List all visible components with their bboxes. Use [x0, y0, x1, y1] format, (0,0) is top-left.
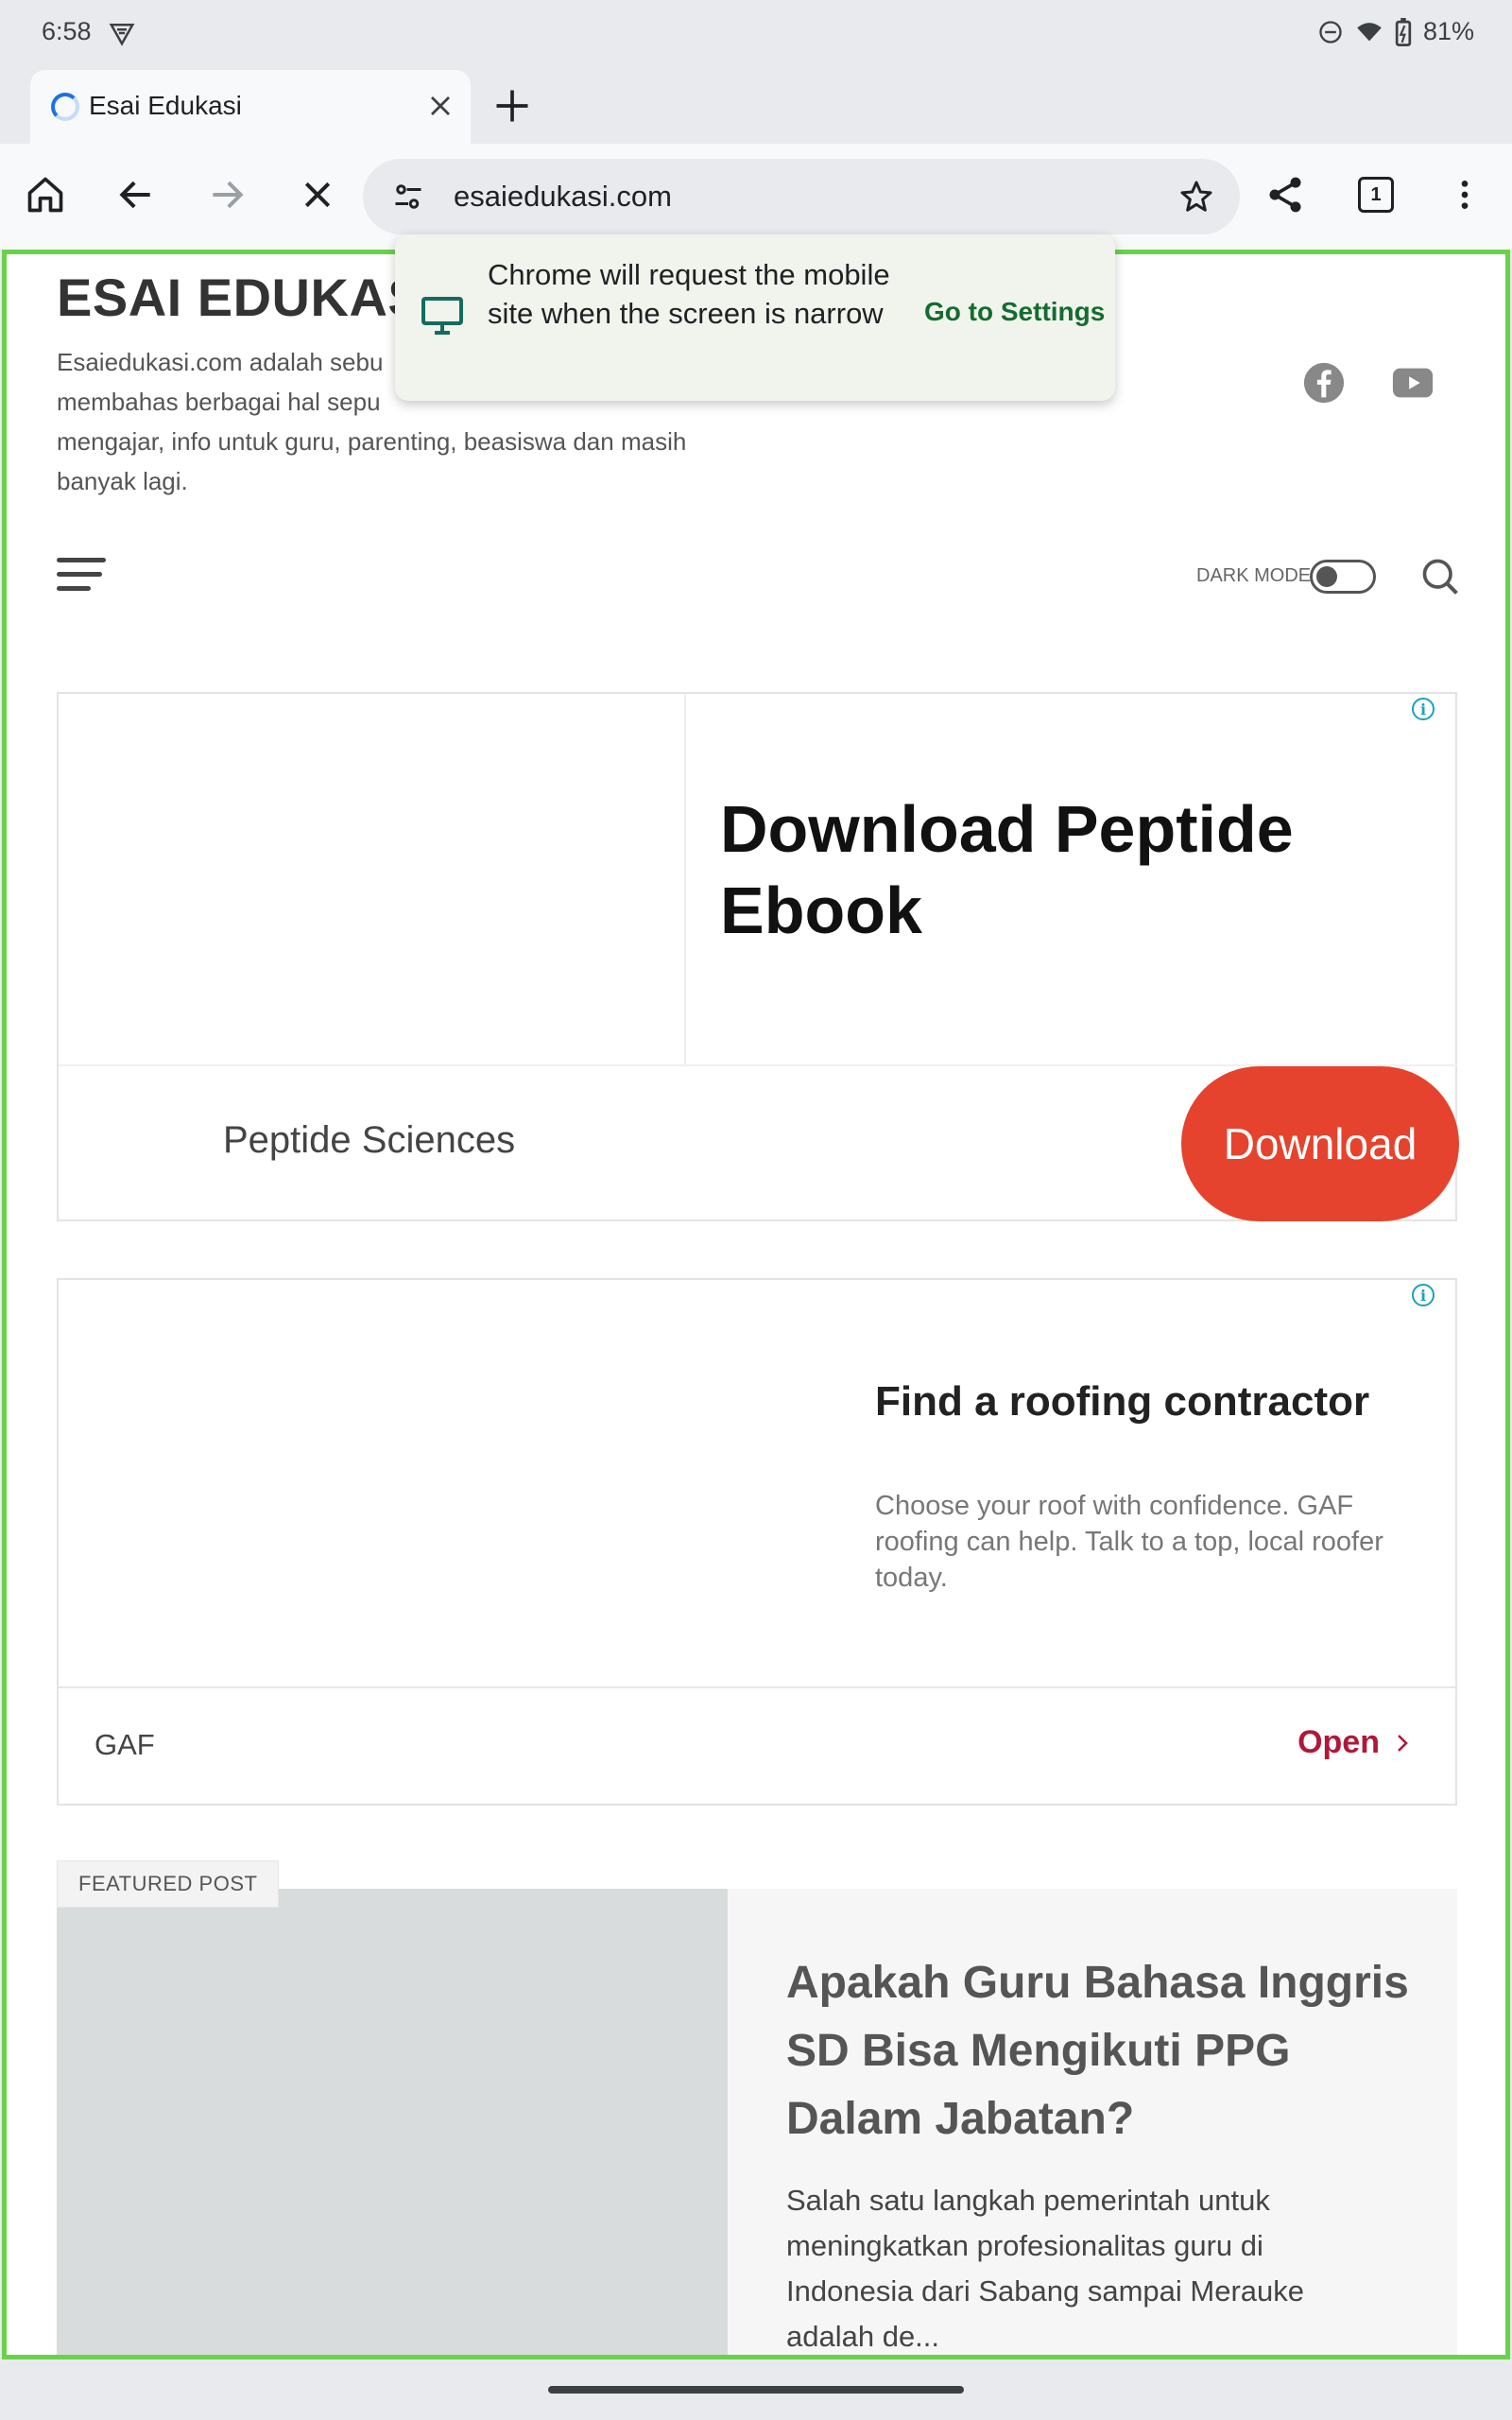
ad-advertiser[interactable]: Peptide Sciences: [223, 1119, 515, 1162]
ad-open-label: Open: [1297, 1724, 1380, 1760]
system-nav-bar: [0, 2360, 1512, 2420]
desktop-icon: [421, 297, 463, 335]
youtube-icon[interactable]: [1391, 361, 1435, 405]
loading-spinner-icon: [51, 93, 79, 121]
search-icon[interactable]: [1419, 556, 1461, 597]
address-bar[interactable]: esaiedukasi.com: [363, 159, 1240, 234]
share-button[interactable]: [1259, 168, 1312, 221]
ad-headline[interactable]: Find a roofing contractor: [875, 1378, 1369, 1426]
facebook-icon[interactable]: [1302, 361, 1346, 405]
dark-mode-toggle[interactable]: [1310, 560, 1376, 594]
forward-icon: [213, 181, 244, 209]
go-to-settings-button[interactable]: Go to Settings: [924, 297, 1105, 327]
featured-post-image[interactable]: [57, 1889, 728, 2356]
ad-footer: GAF Open: [59, 1686, 1457, 1806]
forward-button[interactable]: [200, 168, 253, 221]
share-icon: [1269, 177, 1301, 213]
gesture-handle[interactable]: [548, 2386, 964, 2394]
battery-level: 81%: [1422, 17, 1474, 45]
chevron-right-icon: [1398, 1734, 1408, 1752]
battery-icon: [1395, 17, 1412, 46]
home-icon: [27, 177, 63, 213]
vpn-icon: [109, 24, 135, 46]
web-page: ESAI EDUKASI Esaiedukasi.com adalah sebu…: [6, 253, 1506, 2356]
ad-info-icon[interactable]: i: [1412, 698, 1435, 720]
ad-advertiser[interactable]: GAF: [94, 1728, 155, 1762]
overflow-menu-button[interactable]: [1438, 168, 1491, 221]
more-vertical-icon: [1461, 181, 1469, 209]
site-description-line: banyak lagi.: [57, 467, 188, 495]
ad-open-button[interactable]: Open: [1297, 1724, 1414, 1761]
ad-image[interactable]: [59, 694, 686, 1064]
stop-button[interactable]: [291, 168, 344, 221]
ad-roofing[interactable]: i Find a roofing contractor Choose your …: [57, 1278, 1457, 1806]
ad-peptide[interactable]: i Download Peptide Ebook Peptide Science…: [57, 692, 1459, 1221]
ad-headline[interactable]: Download Peptide Ebook: [720, 788, 1382, 951]
menu-icon[interactable]: [57, 558, 106, 596]
tab-switcher-button[interactable]: 1: [1349, 168, 1402, 221]
home-button[interactable]: [19, 168, 72, 221]
status-time: 6:58: [42, 17, 92, 45]
tune-icon[interactable]: [391, 180, 425, 214]
dnd-icon: [1319, 20, 1342, 43]
ad-download-button[interactable]: Download: [1181, 1066, 1459, 1221]
featured-post-badge: FEATURED POST: [57, 1860, 280, 1908]
ad-footer: Peptide Sciences Download: [59, 1064, 1459, 1221]
status-indicators: 81%: [1317, 17, 1474, 46]
new-tab-icon[interactable]: [491, 85, 533, 127]
wifi-icon: [1357, 22, 1382, 41]
featured-post-title[interactable]: Apakah Guru Bahasa Inggris SD Bisa Mengi…: [786, 1949, 1410, 2153]
ad-info-icon[interactable]: i: [1412, 1284, 1435, 1306]
featured-post-excerpt: Salah satu langkah pemerintah untuk meni…: [786, 2184, 1305, 2353]
featured-post-card[interactable]: Apakah Guru Bahasa Inggris SD Bisa Mengi…: [728, 1889, 1457, 2356]
site-title[interactable]: ESAI EDUKASI: [57, 267, 438, 328]
url-text[interactable]: esaiedukasi.com: [454, 180, 672, 214]
tab-title: Esai Edukasi: [89, 91, 242, 120]
close-icon[interactable]: [423, 89, 457, 123]
dark-mode-label: DARK MODE: [1196, 565, 1312, 586]
tab-count: 1: [1358, 177, 1394, 213]
star-icon[interactable]: [1177, 178, 1215, 216]
ad-body[interactable]: Choose your roof with confidence. GAF ro…: [875, 1488, 1423, 1596]
tab-strip: Esai Edukasi: [0, 68, 1512, 144]
tab-esai-edukasi[interactable]: Esai Edukasi: [30, 70, 471, 144]
back-icon: [119, 181, 150, 209]
toast-message: Chrome will request the mobile site when…: [488, 258, 890, 330]
toggle-knob: [1316, 566, 1337, 587]
status-bar: 6:58 81%: [0, 0, 1512, 68]
site-description-line: mengajar, info untuk guru, parenting, be…: [57, 427, 687, 456]
stop-icon: [304, 182, 331, 208]
desktop-site-toast: Chrome will request the mobile site when…: [395, 234, 1115, 401]
back-button[interactable]: [110, 168, 163, 221]
